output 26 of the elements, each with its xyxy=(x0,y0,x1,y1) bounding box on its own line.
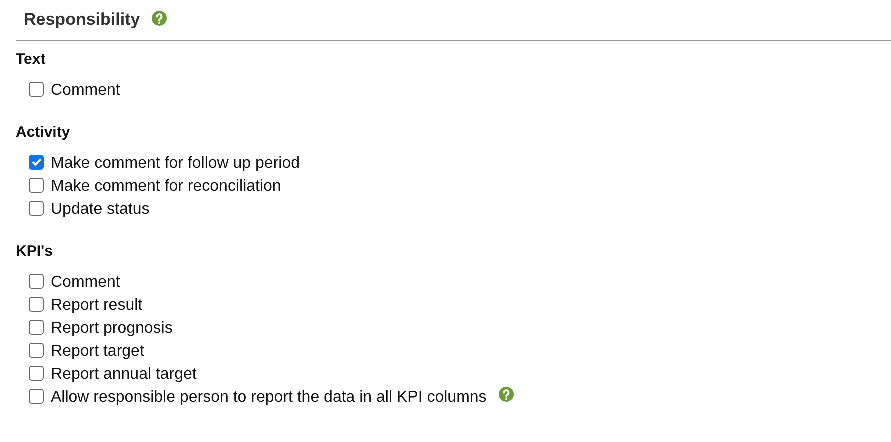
section-title: Responsibility xyxy=(24,10,140,30)
checkbox[interactable] xyxy=(29,296,44,312)
checkbox-label: Report result xyxy=(51,296,143,314)
group-heading: KPI's xyxy=(16,242,54,262)
checkbox[interactable] xyxy=(29,178,44,192)
checkbox-label: Report annual target xyxy=(51,366,197,384)
checkbox[interactable] xyxy=(29,320,44,334)
checkbox-label: Allow responsible person to report the data in all KPI columns xyxy=(51,388,487,406)
checkbox[interactable] xyxy=(29,154,44,170)
checkbox-label: Make comment for reconciliation xyxy=(51,178,282,196)
help-icon[interactable] xyxy=(498,387,514,402)
group-heading: Activity xyxy=(16,123,72,143)
checkbox[interactable] xyxy=(29,342,44,358)
checkbox-label: Comment xyxy=(51,274,120,292)
checkbox[interactable] xyxy=(29,200,44,216)
help-icon[interactable] xyxy=(152,10,168,26)
checkbox-label: Make comment for follow up period xyxy=(51,154,300,172)
checkbox[interactable] xyxy=(29,388,44,404)
checkbox[interactable] xyxy=(29,366,44,380)
checkbox[interactable] xyxy=(29,274,44,288)
group-heading: Text xyxy=(16,50,47,70)
checkbox-label: Report prognosis xyxy=(51,320,173,338)
checkbox-label: Update status xyxy=(51,200,150,218)
checkbox-label: Comment xyxy=(51,82,120,100)
checkbox-label: Report target xyxy=(51,342,144,360)
checkbox[interactable] xyxy=(29,82,44,96)
